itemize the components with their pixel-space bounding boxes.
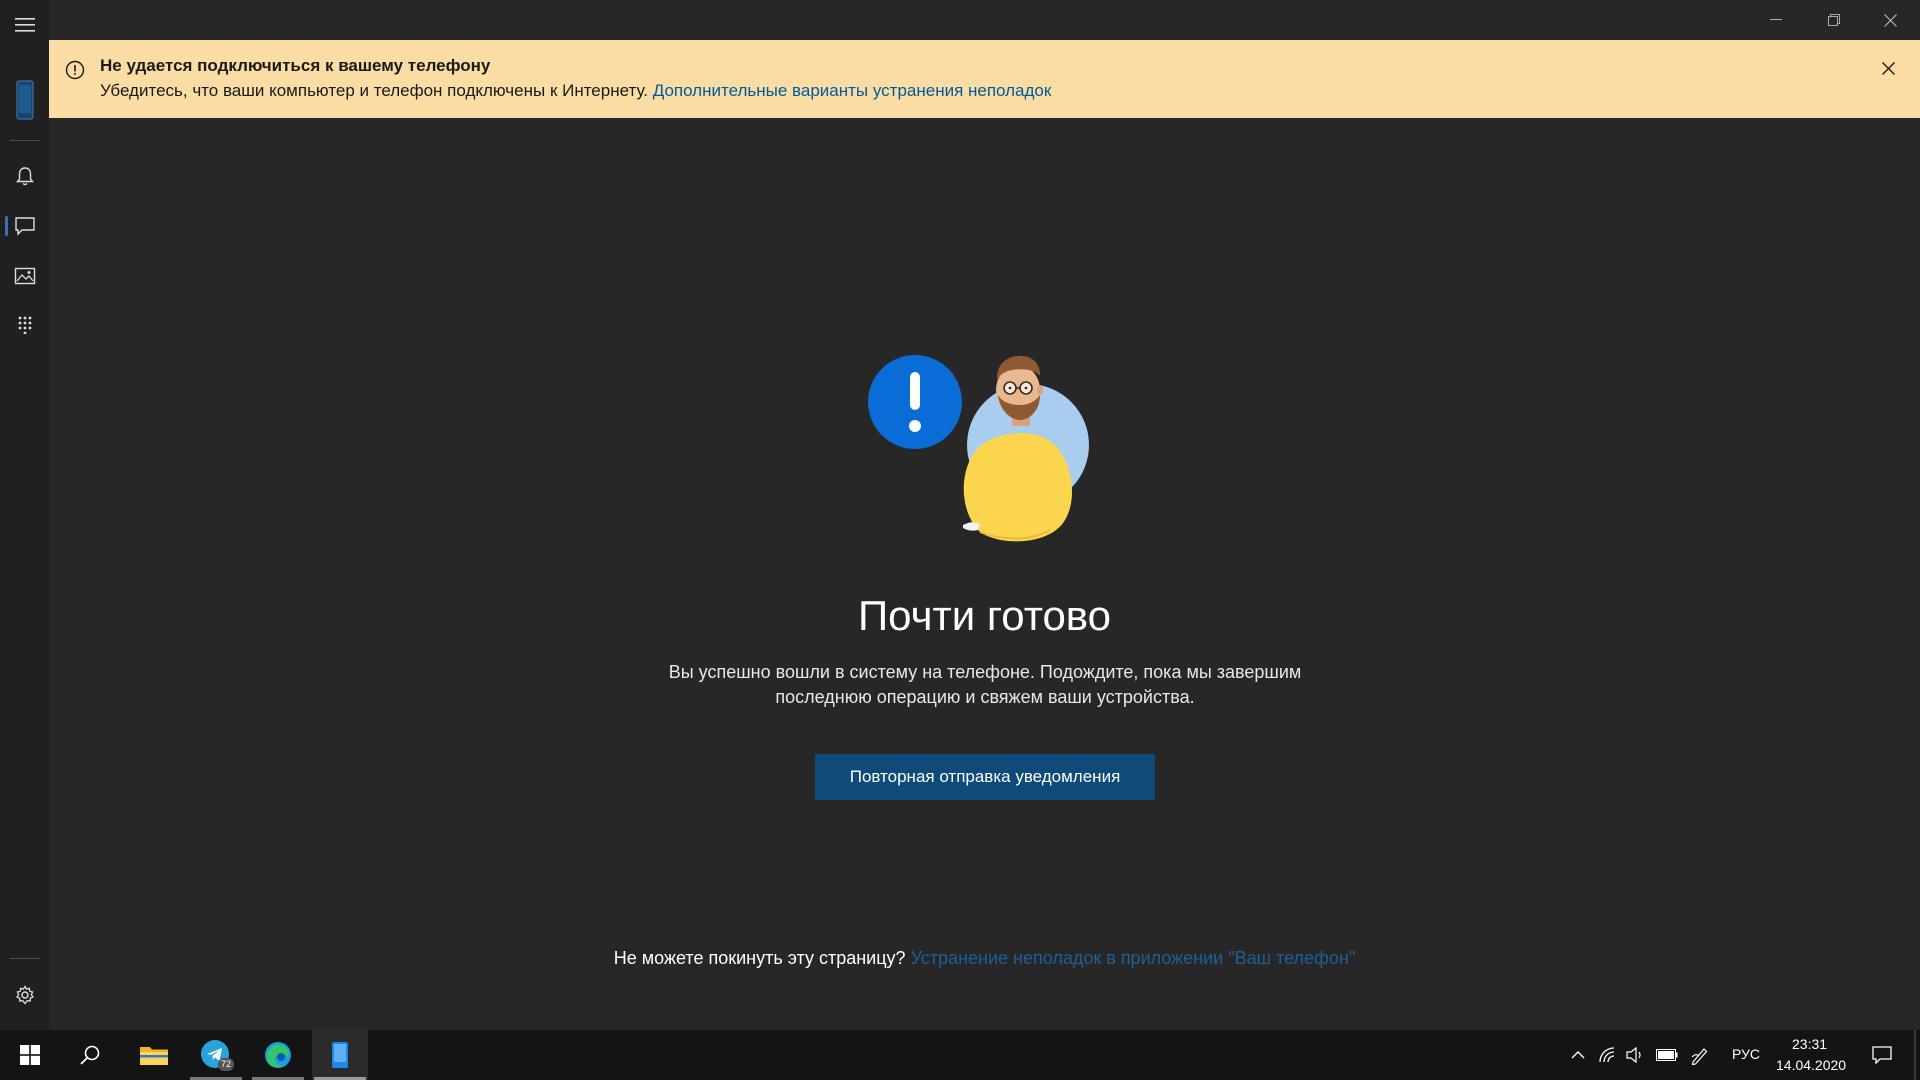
your-phone-taskbar-button[interactable]	[312, 1030, 368, 1080]
sidebar	[0, 0, 49, 1030]
almost-ready-illustration	[860, 350, 1110, 550]
page-title: Почти готово	[857, 592, 1112, 639]
show-desktop-button[interactable]	[1914, 1030, 1916, 1080]
telegram-badge: 72	[218, 1058, 235, 1071]
restore-button[interactable]	[1806, 0, 1862, 40]
banner-title: Не удается подключиться к вашему телефон…	[100, 56, 491, 75]
restore-icon	[1828, 14, 1840, 26]
pen-workspace-button[interactable]	[1688, 1030, 1712, 1080]
page-description: Вы успешно вошли в систему на телефоне. …	[668, 662, 1302, 707]
file-explorer-button[interactable]	[126, 1030, 182, 1080]
sidebar-item-messages[interactable]	[0, 206, 49, 246]
search-icon	[80, 1045, 100, 1065]
banner-close-button[interactable]	[1878, 58, 1898, 78]
phone-icon	[15, 80, 34, 120]
banner-message: Убедитесь, что ваши компьютер и телефон …	[100, 81, 1051, 101]
search-button[interactable]	[62, 1030, 118, 1080]
folder-icon	[140, 1047, 168, 1065]
footer-troubleshoot-link[interactable]: Устранение неполадок в приложении "Ваш т…	[911, 948, 1356, 968]
start-button[interactable]	[0, 1030, 60, 1080]
chevron-up-icon	[1571, 1051, 1585, 1059]
minimize-icon	[1770, 19, 1782, 20]
banner-text: Убедитесь, что ваши компьютер и телефон …	[100, 81, 648, 100]
footer-text: Не можете покинуть эту страницу?	[613, 948, 906, 968]
clock-date[interactable]: 14.04.2020	[1776, 1057, 1846, 1073]
warning-icon	[65, 60, 85, 85]
clock-time[interactable]: 23:31	[1792, 1036, 1827, 1052]
windows-logo-icon	[20, 1045, 40, 1065]
connection-error-banner: Не удается подключиться к вашему телефон…	[49, 40, 1920, 118]
sidebar-separator	[10, 140, 40, 141]
volume-button[interactable]	[1624, 1030, 1648, 1080]
gear-icon	[15, 985, 34, 1005]
phone-device-button[interactable]	[0, 78, 49, 122]
show-hidden-icons-button[interactable]	[1566, 1030, 1590, 1080]
close-icon	[1883, 13, 1897, 27]
message-icon	[14, 217, 35, 236]
taskbar: 72 РУС 23:31 14.04.2020	[0, 1030, 1920, 1080]
minimize-button[interactable]	[1748, 0, 1804, 40]
pen-icon	[1691, 1048, 1708, 1065]
footer-help: Не можете покинуть эту страницу? Устране…	[49, 948, 1920, 969]
network-button[interactable]	[1596, 1030, 1620, 1080]
action-center-button[interactable]	[1864, 1030, 1900, 1080]
dialpad-icon	[18, 316, 31, 334]
sidebar-item-notifications[interactable]	[0, 156, 49, 196]
settings-button[interactable]	[0, 975, 49, 1015]
close-icon	[1881, 61, 1895, 75]
speaker-icon	[1626, 1047, 1641, 1063]
telegram-button[interactable]: 72	[188, 1030, 244, 1080]
sidebar-separator	[10, 958, 40, 959]
edge-browser-button[interactable]	[250, 1030, 306, 1080]
hamburger-menu-button[interactable]	[0, 5, 49, 45]
wifi-icon	[1599, 1047, 1615, 1063]
photos-icon	[14, 267, 35, 285]
resend-notification-button[interactable]: Повторная отправка уведомления	[815, 754, 1155, 800]
battery-button[interactable]	[1654, 1030, 1680, 1080]
sidebar-item-photos[interactable]	[0, 256, 49, 296]
close-window-button[interactable]	[1862, 0, 1918, 40]
phone-icon	[332, 1042, 348, 1068]
notification-center-icon	[1872, 1046, 1892, 1064]
bell-icon	[15, 167, 34, 186]
sidebar-item-apps[interactable]	[0, 305, 49, 345]
troubleshoot-link[interactable]: Дополнительные варианты устранения непол…	[653, 81, 1052, 100]
input-language-indicator[interactable]: РУС	[1732, 1046, 1760, 1062]
hamburger-icon	[14, 18, 35, 32]
edge-icon	[265, 1042, 291, 1068]
battery-icon	[1656, 1049, 1678, 1061]
